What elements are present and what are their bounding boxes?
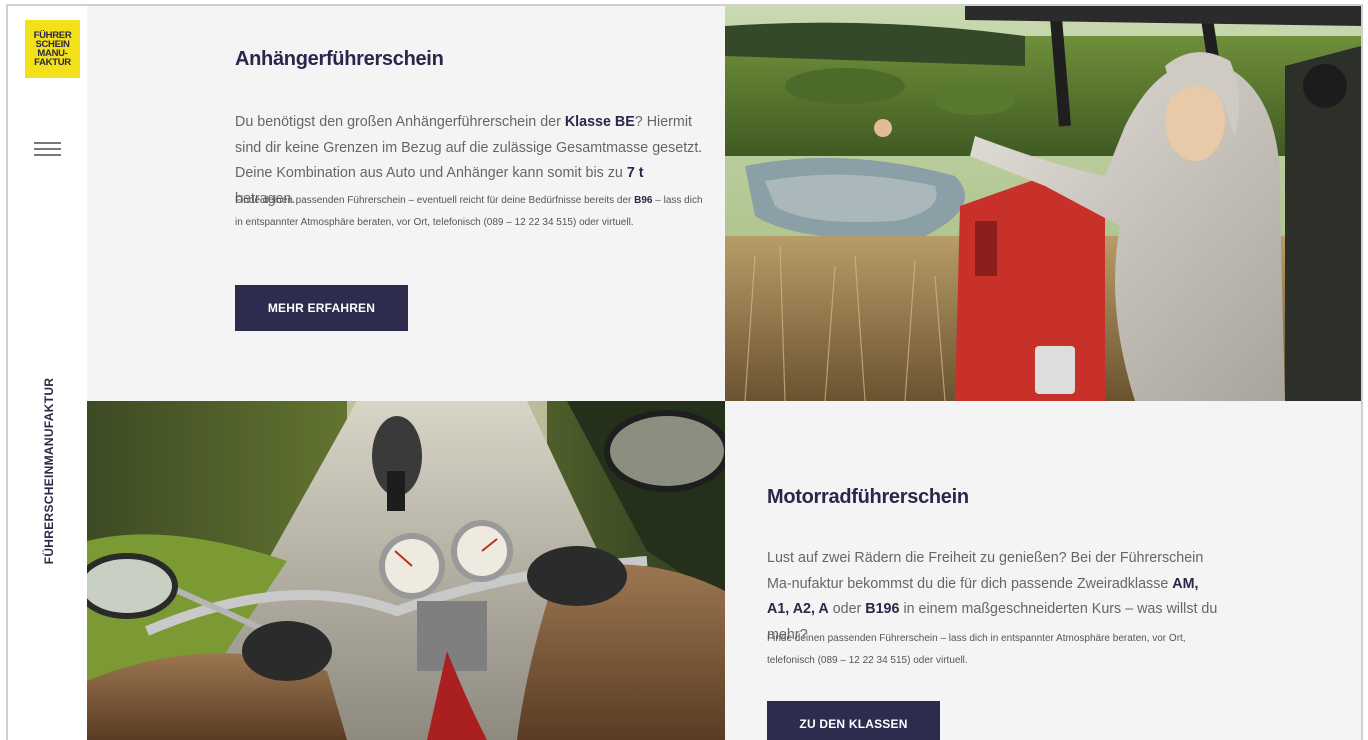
hamburger-icon[interactable] (34, 142, 61, 156)
photo-woman-in-car (725, 6, 1361, 401)
vertical-brand-label: FÜHRERSCHEINMANUFAKTUR (42, 377, 56, 565)
section-info-text: Finde deinen passenden Führerschein – ev… (235, 195, 703, 228)
section-motorcycle-license: Motorradführerschein Lust auf zwei Räder… (725, 401, 1361, 740)
more-info-button[interactable]: MEHR ERFAHREN (235, 285, 408, 331)
section-info-text: Finde deinen passenden Führerschein – la… (767, 633, 1186, 666)
logo-line-4: FAKTUR (34, 57, 71, 68)
section-title: Anhängerführerschein (235, 48, 444, 70)
brand-logo[interactable]: FÜHRER SCHEIN MANU- FAKTUR (25, 20, 84, 78)
to-classes-button[interactable]: ZU DEN KLASSEN (767, 701, 940, 740)
sidebar: FÜHRER SCHEIN MANU- FAKTUR FÜHRERSCHEINM… (8, 6, 87, 740)
section-trailer-license: Anhängerführerschein Du benötigst den gr… (87, 6, 725, 401)
section-title: Motorradführerschein (767, 486, 969, 508)
photo-motorcycle-ride (87, 401, 725, 740)
